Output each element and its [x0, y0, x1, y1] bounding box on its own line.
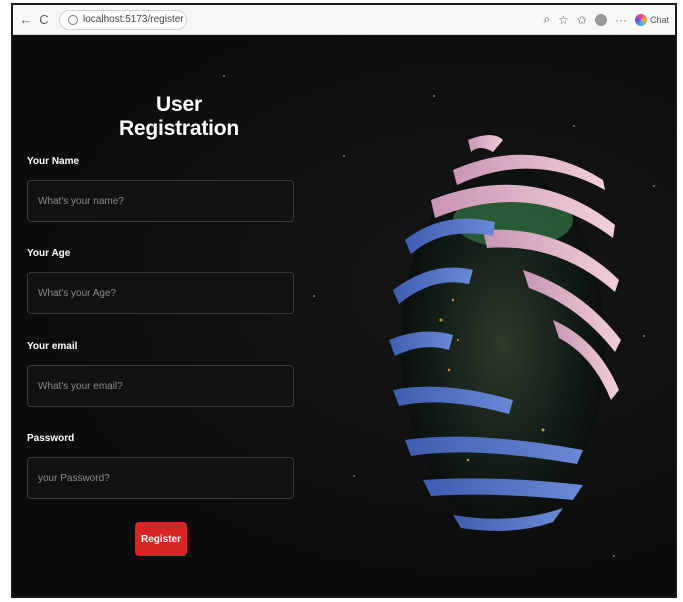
back-icon[interactable]: ←: [19, 12, 33, 27]
page-title: User Registration: [118, 93, 240, 140]
password-input[interactable]: [27, 457, 294, 499]
site-info-icon[interactable]: [68, 14, 78, 25]
url-text: localhost:5173/register: [83, 14, 184, 25]
bookmark-star-icon[interactable]: ☆: [558, 13, 569, 27]
email-input[interactable]: [27, 365, 294, 407]
name-label: Your Name: [27, 156, 80, 167]
age-label: Your Age: [27, 248, 71, 259]
page-content: User Registration Your Name Your Age You…: [13, 35, 675, 596]
reload-icon[interactable]: C: [37, 12, 51, 27]
chat-button[interactable]: Chat: [634, 13, 669, 26]
register-button[interactable]: Register: [135, 522, 187, 556]
toolbar-actions: ⌕ ☆ ✩ ··· Chat: [543, 12, 669, 27]
age-input[interactable]: [27, 272, 294, 314]
name-input[interactable]: [27, 180, 294, 222]
zoom-icon[interactable]: ⌕: [543, 12, 550, 27]
favorites-icon[interactable]: ✩: [577, 13, 587, 27]
profile-avatar[interactable]: [594, 13, 607, 26]
globe-illustration: [389, 135, 621, 531]
more-icon[interactable]: ···: [615, 13, 627, 27]
browser-toolbar: ← C localhost:5173/register ⌕ ☆ ✩ ··· Ch…: [13, 5, 675, 35]
email-label: Your email: [27, 341, 78, 352]
copilot-icon: [634, 13, 647, 26]
address-bar[interactable]: localhost:5173/register: [59, 9, 187, 30]
chat-label: Chat: [649, 14, 669, 25]
browser-window: ← C localhost:5173/register ⌕ ☆ ✩ ··· Ch…: [11, 3, 677, 598]
password-label: Password: [27, 433, 75, 444]
